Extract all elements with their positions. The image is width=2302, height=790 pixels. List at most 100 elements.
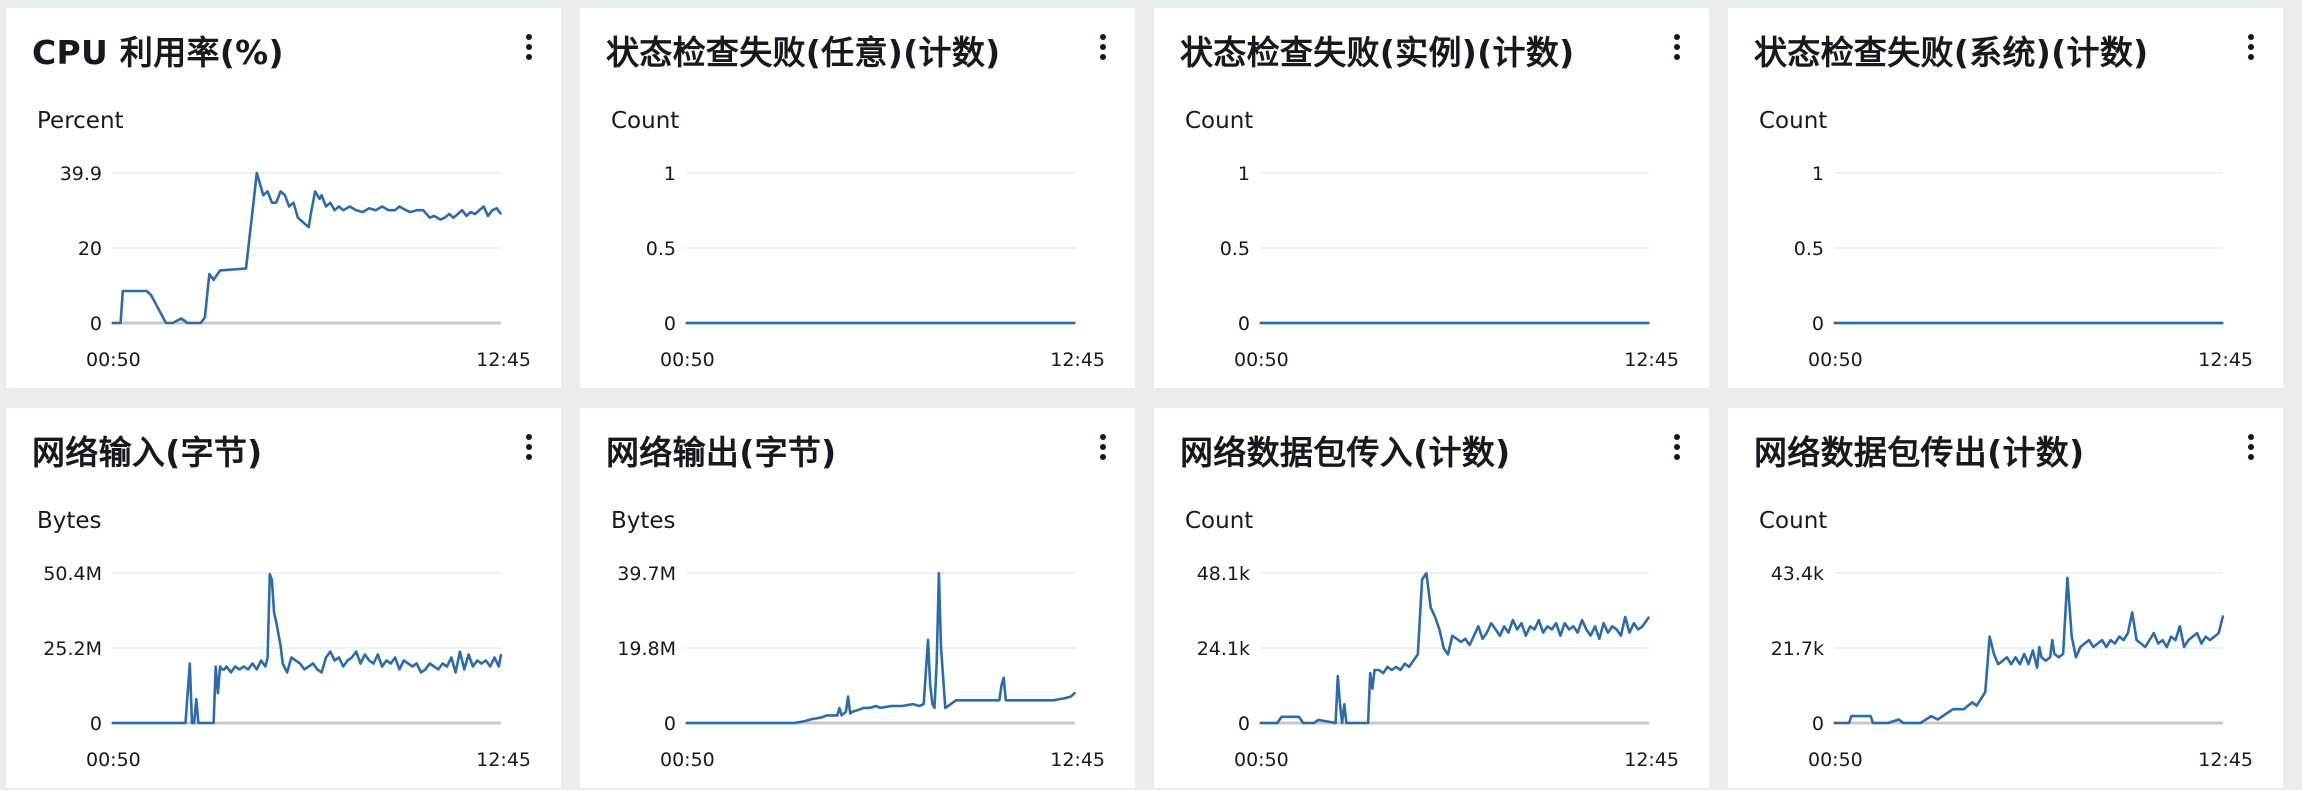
data-point [825,714,828,717]
widget-title: 网络数据包传入(计数) [1180,433,1511,472]
data-point [2222,322,2224,324]
y-tick-label: 24.1k [1197,638,1250,660]
data-point [329,650,332,653]
data-point [119,322,122,324]
data-point [845,710,847,713]
data-point [1317,719,1320,721]
data-point [333,659,336,662]
data-point [879,707,882,709]
data-point [2070,635,2073,638]
data-point [1615,628,1618,631]
data-point [498,665,500,668]
data-point [1646,619,1648,621]
data-point [1041,699,1044,702]
data-point [1975,704,1978,707]
data-point [1000,684,1003,686]
metric-widget: 网络数据包传出(计数) Count 0 21.7k 43.4k 00:50 12:45 [1728,408,2283,788]
x-tick-label: 12:45 [476,749,531,771]
data-point [935,661,938,664]
data-point [1020,699,1022,702]
data-point [840,714,843,717]
ellipsis-dot [1674,444,1680,450]
data-point [814,717,817,720]
x-tick-label: 12:45 [2198,749,2253,771]
data-point [303,668,306,671]
data-point [195,698,198,700]
data-point [485,659,487,662]
data-point [480,662,483,665]
widget-title: 网络输入(字节) [32,433,263,472]
data-point [1633,622,1635,624]
data-point [368,659,371,662]
ellipsis-dot [1674,454,1680,460]
data-point [940,646,942,649]
widget-menu-button[interactable] [2243,432,2259,462]
y-tick-label: 0 [90,313,102,335]
data-point [2058,656,2060,659]
data-point [307,226,310,228]
data-point [411,665,414,668]
data-point [256,172,258,174]
data-point [243,665,245,668]
data-point [1369,672,1371,674]
data-point [2062,653,2064,655]
data-point [1984,691,1987,693]
data-point [1337,675,1339,677]
data-point [1962,708,1965,710]
data-point [810,718,813,720]
data-point [469,211,472,213]
data-point [214,665,217,668]
ellipsis-dot [1100,44,1106,50]
data-point [2170,635,2172,638]
data-point [111,722,113,724]
data-point [111,322,113,324]
widget-menu-button[interactable] [521,32,537,62]
data-point [221,668,223,671]
data-point [2179,625,2181,627]
data-point [467,653,470,656]
data-point [2066,577,2069,579]
data-point [1373,669,1376,671]
widget-menu-button[interactable] [1095,432,1111,462]
data-point [307,665,310,668]
data-point [420,671,422,674]
data-point [2209,639,2211,641]
x-tick-label: 12:45 [1050,749,1105,771]
y-axis-unit-label: Percent [37,108,124,134]
data-point [342,209,345,211]
series-line [1834,576,2225,725]
data-point [1952,708,1954,710]
data-point [1551,628,1553,631]
data-point [1460,641,1462,643]
data-point [500,653,502,656]
data-point [219,269,221,272]
data-point [862,707,864,709]
data-point [184,722,187,724]
data-point [847,695,849,698]
widget-menu-button[interactable] [1669,32,1685,62]
data-point [444,216,446,219]
data-point [275,621,278,623]
data-point [1563,622,1566,624]
data-point [966,699,968,702]
data-point [2109,639,2112,641]
data-point [1602,622,1605,624]
widget-menu-button[interactable] [1669,432,1685,462]
widget-title: 状态检查失败(任意)(计数) [606,33,1001,72]
data-point [472,665,474,668]
data-point [2051,639,2054,641]
widget-menu-button[interactable] [521,432,537,462]
data-point [1063,697,1065,700]
widget-menu-button[interactable] [2243,32,2259,62]
data-point [2204,635,2207,638]
data-point [1494,628,1497,631]
x-tick-label: 12:45 [1624,749,1679,771]
widget-title: CPU 利用率(%) [32,33,284,72]
data-point [1620,634,1622,637]
data-point [333,209,336,211]
data-point [204,316,206,319]
widget-menu-button[interactable] [1095,32,1111,62]
data-point [1382,672,1384,674]
data-point [2045,660,2047,662]
y-axis-unit-label: Count [1759,508,1828,534]
